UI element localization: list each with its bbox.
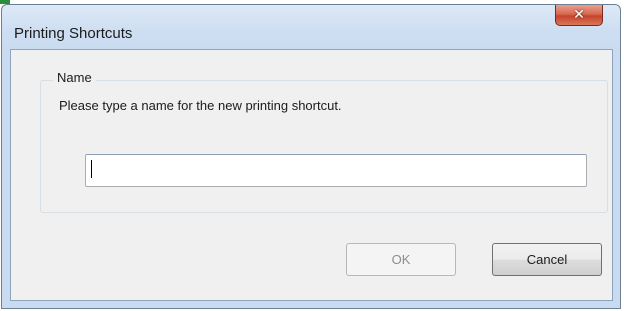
dialog-body: Name Please type a name for the new prin… <box>10 49 613 301</box>
cancel-button[interactable]: Cancel <box>492 243 602 276</box>
shortcut-name-input[interactable] <box>85 154 587 187</box>
close-icon: ✕ <box>573 7 585 23</box>
window-title: Printing Shortcuts <box>14 25 133 42</box>
groupbox-label: Name <box>53 70 96 86</box>
text-caret <box>91 160 92 178</box>
title-bar[interactable]: Printing Shortcuts ✕ <box>2 5 620 53</box>
close-button[interactable]: ✕ <box>555 5 603 26</box>
printing-shortcuts-dialog: Printing Shortcuts ✕ Name Please type a … <box>1 4 621 309</box>
ok-button[interactable]: OK <box>346 243 456 276</box>
instruction-text: Please type a name for the new printing … <box>59 98 342 113</box>
